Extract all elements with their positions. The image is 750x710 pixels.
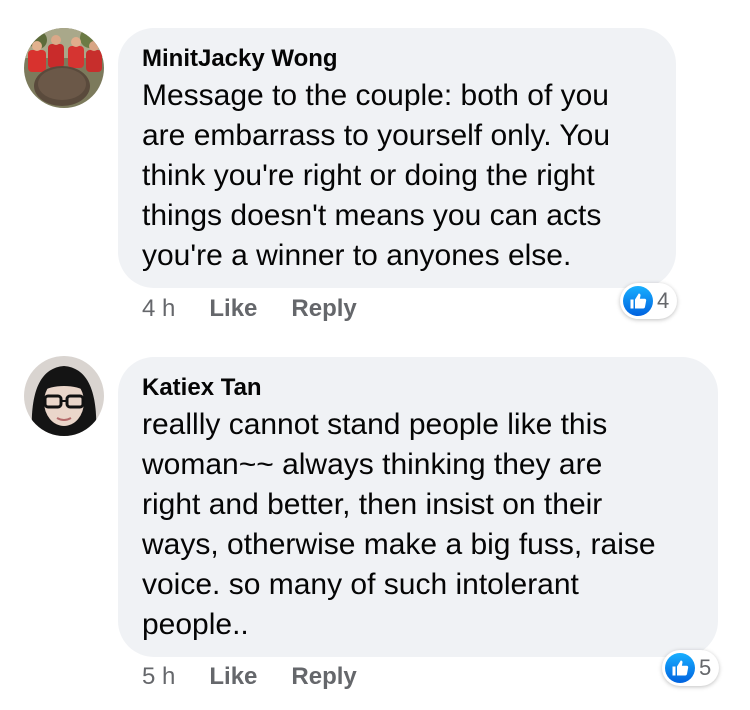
like-button[interactable]: Like (209, 663, 257, 691)
reaction-count: 4 (657, 288, 670, 313)
comment-bubble: MinitJacky Wong Message to the couple: b… (118, 28, 676, 288)
group-photo-avatar-icon (24, 28, 104, 108)
reaction-badge[interactable]: 5 (662, 650, 720, 686)
like-button[interactable]: Like (209, 295, 257, 323)
comment-author[interactable]: Katiex Tan (142, 373, 718, 403)
commenter-avatar[interactable] (24, 356, 104, 436)
comment-bubble: Katiex Tan reallly cannot stand people l… (118, 357, 718, 657)
comment-text-line: reallly cannot stand people like this (142, 408, 608, 441)
comment-author[interactable]: MinitJacky Wong (142, 44, 676, 74)
comment-timestamp[interactable]: 5 h (142, 663, 175, 691)
comment-timestamp[interactable]: 4 h (142, 295, 175, 323)
reply-button[interactable]: Reply (291, 295, 356, 323)
commenter-avatar[interactable] (24, 28, 104, 108)
comment-text-line: think you're right or doing the right (142, 159, 595, 192)
comment-text-line: you're a winner to anyones else. (142, 239, 572, 272)
comment-text: reallly cannot stand people like this wo… (142, 405, 718, 645)
comment-text-line: woman~~ always thinking they are (142, 448, 603, 481)
reaction-count: 5 (699, 655, 712, 680)
woman-with-glasses-avatar-icon (24, 356, 104, 436)
reaction-badge[interactable]: 4 (620, 283, 678, 319)
comment-text: Message to the couple: both of you are e… (142, 76, 676, 276)
comment-text-line: voice. so many of such intolerant (142, 568, 579, 601)
thumbs-up-icon (623, 286, 653, 316)
comment-actions: 4 h Like Reply (142, 295, 391, 323)
comment-text-line: things doesn't means you can acts (142, 199, 602, 232)
comment-text-line: Message to the couple: both of you (142, 79, 609, 112)
comment-text-line: are embarrass to yourself only. You (142, 119, 611, 152)
comment-text-line: people.. (142, 608, 249, 641)
reply-button[interactable]: Reply (291, 663, 356, 691)
comment-text-line: right and better, then insist on their (142, 488, 603, 521)
thumbs-up-icon (665, 653, 695, 683)
comment-text-line: ways, otherwise make a big fuss, raise (142, 528, 656, 561)
comment-actions: 5 h Like Reply (142, 663, 391, 691)
